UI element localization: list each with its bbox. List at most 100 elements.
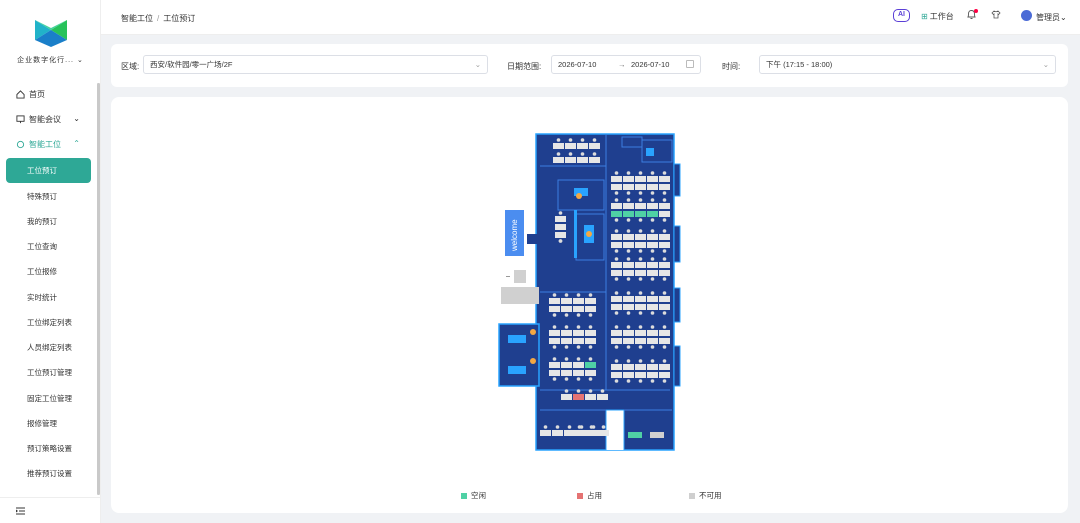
desk[interactable] xyxy=(549,306,560,312)
desk[interactable] xyxy=(611,372,622,378)
desk[interactable] xyxy=(647,372,658,378)
desk[interactable] xyxy=(589,143,600,149)
desk[interactable] xyxy=(659,184,670,190)
desk[interactable] xyxy=(635,296,646,302)
desk[interactable] xyxy=(647,304,658,310)
desk[interactable] xyxy=(585,298,596,304)
desk[interactable] xyxy=(574,430,585,436)
desk[interactable] xyxy=(659,364,670,370)
desk[interactable] xyxy=(647,262,658,268)
desk[interactable] xyxy=(555,224,566,230)
desk[interactable] xyxy=(611,184,622,190)
floor-plan[interactable]: welcome xyxy=(0,0,1080,523)
desk[interactable] xyxy=(635,203,646,209)
desk[interactable] xyxy=(561,306,572,312)
desk[interactable] xyxy=(659,242,670,248)
desk[interactable] xyxy=(573,394,584,400)
desk[interactable] xyxy=(635,262,646,268)
desk[interactable] xyxy=(623,304,634,310)
desk[interactable] xyxy=(585,370,596,376)
desk[interactable] xyxy=(647,211,658,217)
desk[interactable] xyxy=(623,372,634,378)
desk[interactable] xyxy=(573,330,584,336)
desk[interactable] xyxy=(553,157,564,163)
desk[interactable] xyxy=(611,330,622,336)
desk[interactable] xyxy=(635,234,646,240)
desk[interactable] xyxy=(577,157,588,163)
desk[interactable] xyxy=(585,338,596,344)
desk[interactable] xyxy=(561,394,572,400)
desk[interactable] xyxy=(659,296,670,302)
desk[interactable] xyxy=(611,234,622,240)
desk[interactable] xyxy=(647,338,658,344)
phone-booth[interactable] xyxy=(646,148,654,156)
desk[interactable] xyxy=(611,176,622,182)
desk[interactable] xyxy=(577,143,588,149)
desk[interactable] xyxy=(659,262,670,268)
desk[interactable] xyxy=(659,372,670,378)
desk[interactable] xyxy=(623,364,634,370)
desk[interactable] xyxy=(659,338,670,344)
desk[interactable] xyxy=(659,330,670,336)
desk[interactable] xyxy=(585,394,596,400)
desk[interactable] xyxy=(540,430,551,436)
desk[interactable] xyxy=(623,203,634,209)
desk[interactable] xyxy=(647,330,658,336)
desk[interactable] xyxy=(573,298,584,304)
desk[interactable] xyxy=(611,262,622,268)
desk[interactable] xyxy=(635,184,646,190)
desk[interactable] xyxy=(647,270,658,276)
desk[interactable] xyxy=(555,232,566,238)
desk[interactable] xyxy=(585,306,596,312)
desk[interactable] xyxy=(611,242,622,248)
desk[interactable] xyxy=(623,176,634,182)
desk[interactable] xyxy=(573,362,584,368)
desk[interactable] xyxy=(573,338,584,344)
desk[interactable] xyxy=(647,234,658,240)
booth-unavailable[interactable] xyxy=(650,432,664,438)
desk[interactable] xyxy=(659,234,670,240)
desk[interactable] xyxy=(561,298,572,304)
room-marker[interactable] xyxy=(576,193,582,199)
desk[interactable] xyxy=(573,370,584,376)
desk[interactable] xyxy=(585,330,596,336)
room-marker[interactable] xyxy=(586,231,592,237)
desk[interactable] xyxy=(611,211,622,217)
desk[interactable] xyxy=(561,338,572,344)
desk[interactable] xyxy=(598,430,609,436)
desk[interactable] xyxy=(611,364,622,370)
desk[interactable] xyxy=(565,157,576,163)
desk[interactable] xyxy=(635,176,646,182)
desk[interactable] xyxy=(573,306,584,312)
desk[interactable] xyxy=(585,362,596,368)
desk[interactable] xyxy=(549,338,560,344)
desk[interactable] xyxy=(647,296,658,302)
desk[interactable] xyxy=(561,370,572,376)
desk[interactable] xyxy=(549,370,560,376)
desk[interactable] xyxy=(549,362,560,368)
meeting-room[interactable] xyxy=(508,335,526,343)
desk[interactable] xyxy=(623,330,634,336)
desk[interactable] xyxy=(611,270,622,276)
room-marker[interactable] xyxy=(530,329,536,335)
desk[interactable] xyxy=(635,304,646,310)
desk[interactable] xyxy=(659,203,670,209)
desk[interactable] xyxy=(611,296,622,302)
desk[interactable] xyxy=(659,270,670,276)
desk[interactable] xyxy=(635,364,646,370)
desk[interactable] xyxy=(623,242,634,248)
desk[interactable] xyxy=(647,364,658,370)
desk[interactable] xyxy=(611,203,622,209)
desk[interactable] xyxy=(555,216,566,222)
desk[interactable] xyxy=(611,338,622,344)
desk[interactable] xyxy=(564,430,575,436)
desk[interactable] xyxy=(586,430,597,436)
desk[interactable] xyxy=(549,330,560,336)
desk[interactable] xyxy=(647,176,658,182)
desk[interactable] xyxy=(565,143,576,149)
desk[interactable] xyxy=(635,338,646,344)
desk[interactable] xyxy=(635,372,646,378)
desk[interactable] xyxy=(552,430,563,436)
desk[interactable] xyxy=(659,176,670,182)
desk[interactable] xyxy=(659,304,670,310)
